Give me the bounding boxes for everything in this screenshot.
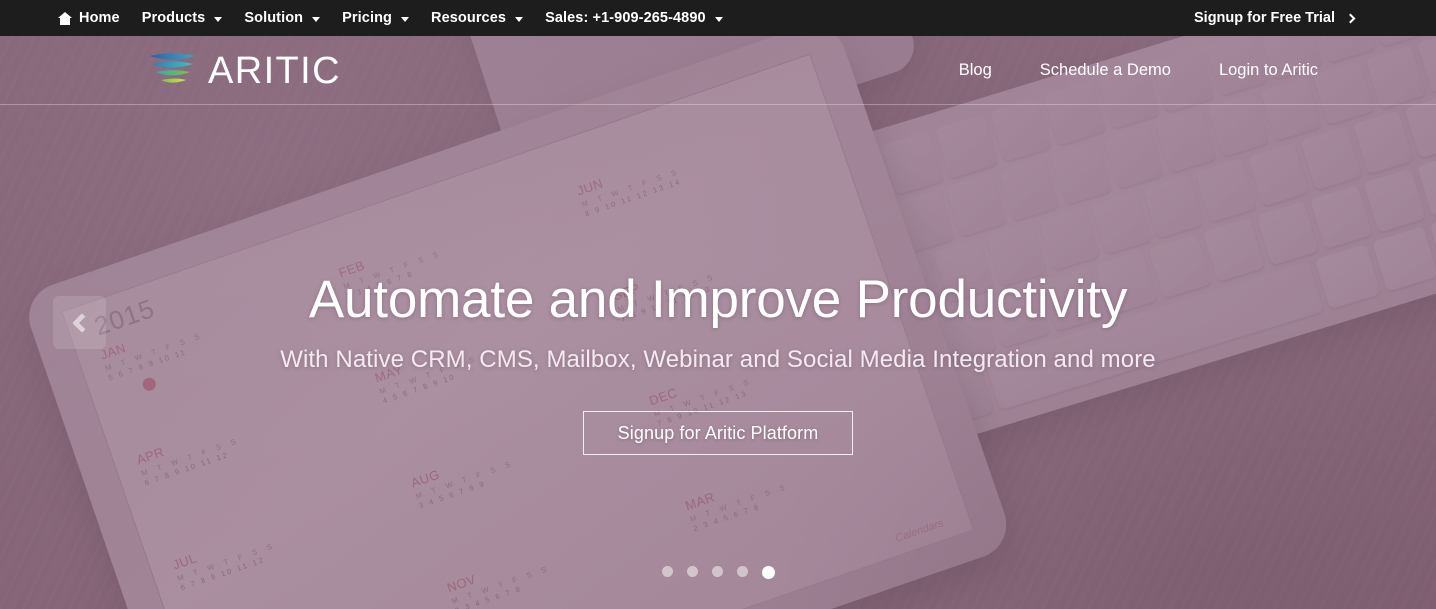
- carousel-dot-5[interactable]: [761, 566, 775, 579]
- site-header: ARITIC Blog Schedule a Demo Login to Ari…: [0, 36, 1436, 105]
- header-nav: Blog Schedule a Demo Login to Aritic: [959, 61, 1318, 80]
- top-nav-item-products[interactable]: Products: [131, 0, 234, 36]
- chevron-down-icon: [312, 16, 321, 22]
- carousel-dot-3[interactable]: [711, 566, 723, 577]
- chevron-left-icon: [72, 312, 92, 333]
- hero-slide-content: Automate and Improve Productivity With N…: [0, 36, 1436, 609]
- signup-free-trial-button[interactable]: Signup for Free Trial: [1194, 0, 1356, 36]
- chevron-right-icon: [1345, 13, 1356, 23]
- home-icon: [57, 12, 72, 25]
- top-nav-item-pricing[interactable]: Pricing: [331, 0, 420, 36]
- top-nav-list: Home Products Solution Pricing Resources…: [57, 0, 734, 36]
- chevron-down-icon: [515, 16, 524, 22]
- carousel-dot-2[interactable]: [686, 566, 698, 577]
- carousel-dot-1[interactable]: [661, 566, 673, 577]
- carousel-prev-button[interactable]: [53, 296, 106, 349]
- logo[interactable]: ARITIC: [148, 50, 341, 92]
- chevron-down-icon: [401, 16, 409, 22]
- top-nav-label-solution: Solution: [244, 10, 304, 26]
- header-nav-item-blog[interactable]: Blog: [959, 61, 992, 80]
- aritic-wing-logo-icon: [150, 52, 195, 83]
- top-nav-item-resources[interactable]: Resources: [420, 0, 534, 36]
- top-utility-bar: Home Products Solution Pricing Resources…: [0, 0, 1436, 36]
- top-nav-label-products: Products: [141, 10, 206, 26]
- hero-signup-button[interactable]: Signup for Aritic Platform: [582, 411, 854, 456]
- top-nav-item-solution[interactable]: Solution: [233, 0, 331, 36]
- aritic-landing-page: Home Products Solution Pricing Resources…: [0, 0, 1436, 609]
- chevron-down-icon: [714, 16, 723, 22]
- top-nav-label-pricing: Pricing: [342, 10, 392, 26]
- top-nav-item-home[interactable]: Home: [57, 0, 131, 36]
- header-nav-item-schedule-a-demo[interactable]: Schedule a Demo: [1040, 61, 1171, 80]
- top-nav-label-sales-phone: Sales: +1-909-265-4890: [545, 10, 706, 26]
- top-nav-label-resources: Resources: [431, 10, 507, 26]
- header-divider: [0, 104, 1436, 105]
- top-nav-item-sales-phone[interactable]: Sales: +1-909-265-4890: [534, 0, 734, 36]
- carousel-dots: [0, 566, 1436, 579]
- hero-subtitle: With Native CRM, CMS, Mailbox, Webinar a…: [280, 346, 1156, 374]
- chevron-down-icon: [214, 16, 223, 22]
- hero-carousel: 2015 JANM T W T F S S5 6 7 8 9 10 11 FEB…: [0, 36, 1436, 609]
- carousel-dot-4[interactable]: [736, 566, 748, 577]
- header-nav-item-login[interactable]: Login to Aritic: [1219, 61, 1318, 80]
- top-nav-label-home: Home: [79, 10, 120, 26]
- signup-free-trial-label: Signup for Free Trial: [1194, 10, 1335, 26]
- logo-text: ARITIC: [208, 49, 341, 92]
- hero-title: Automate and Improve Productivity: [308, 270, 1128, 329]
